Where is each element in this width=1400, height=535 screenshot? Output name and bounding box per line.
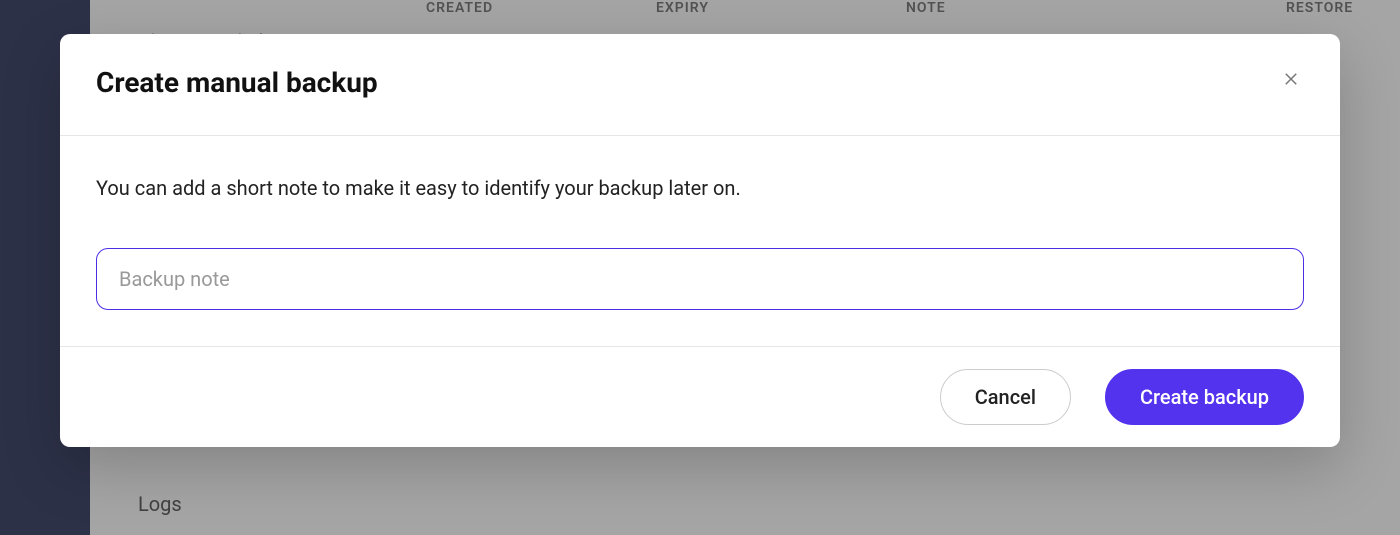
close-icon (1282, 70, 1300, 88)
backup-note-input[interactable] (96, 248, 1304, 310)
close-button[interactable] (1278, 66, 1304, 92)
modal-footer: Cancel Create backup (60, 347, 1340, 447)
cancel-button[interactable]: Cancel (940, 369, 1071, 425)
create-backup-button[interactable]: Create backup (1105, 369, 1304, 425)
modal-title: Create manual backup (96, 66, 378, 99)
modal-description: You can add a short note to make it easy… (96, 176, 1304, 200)
create-backup-modal: Create manual backup You can add a short… (60, 34, 1340, 447)
modal-body: You can add a short note to make it easy… (60, 136, 1340, 347)
modal-header: Create manual backup (60, 34, 1340, 136)
modal-overlay[interactable]: Create manual backup You can add a short… (0, 0, 1400, 535)
